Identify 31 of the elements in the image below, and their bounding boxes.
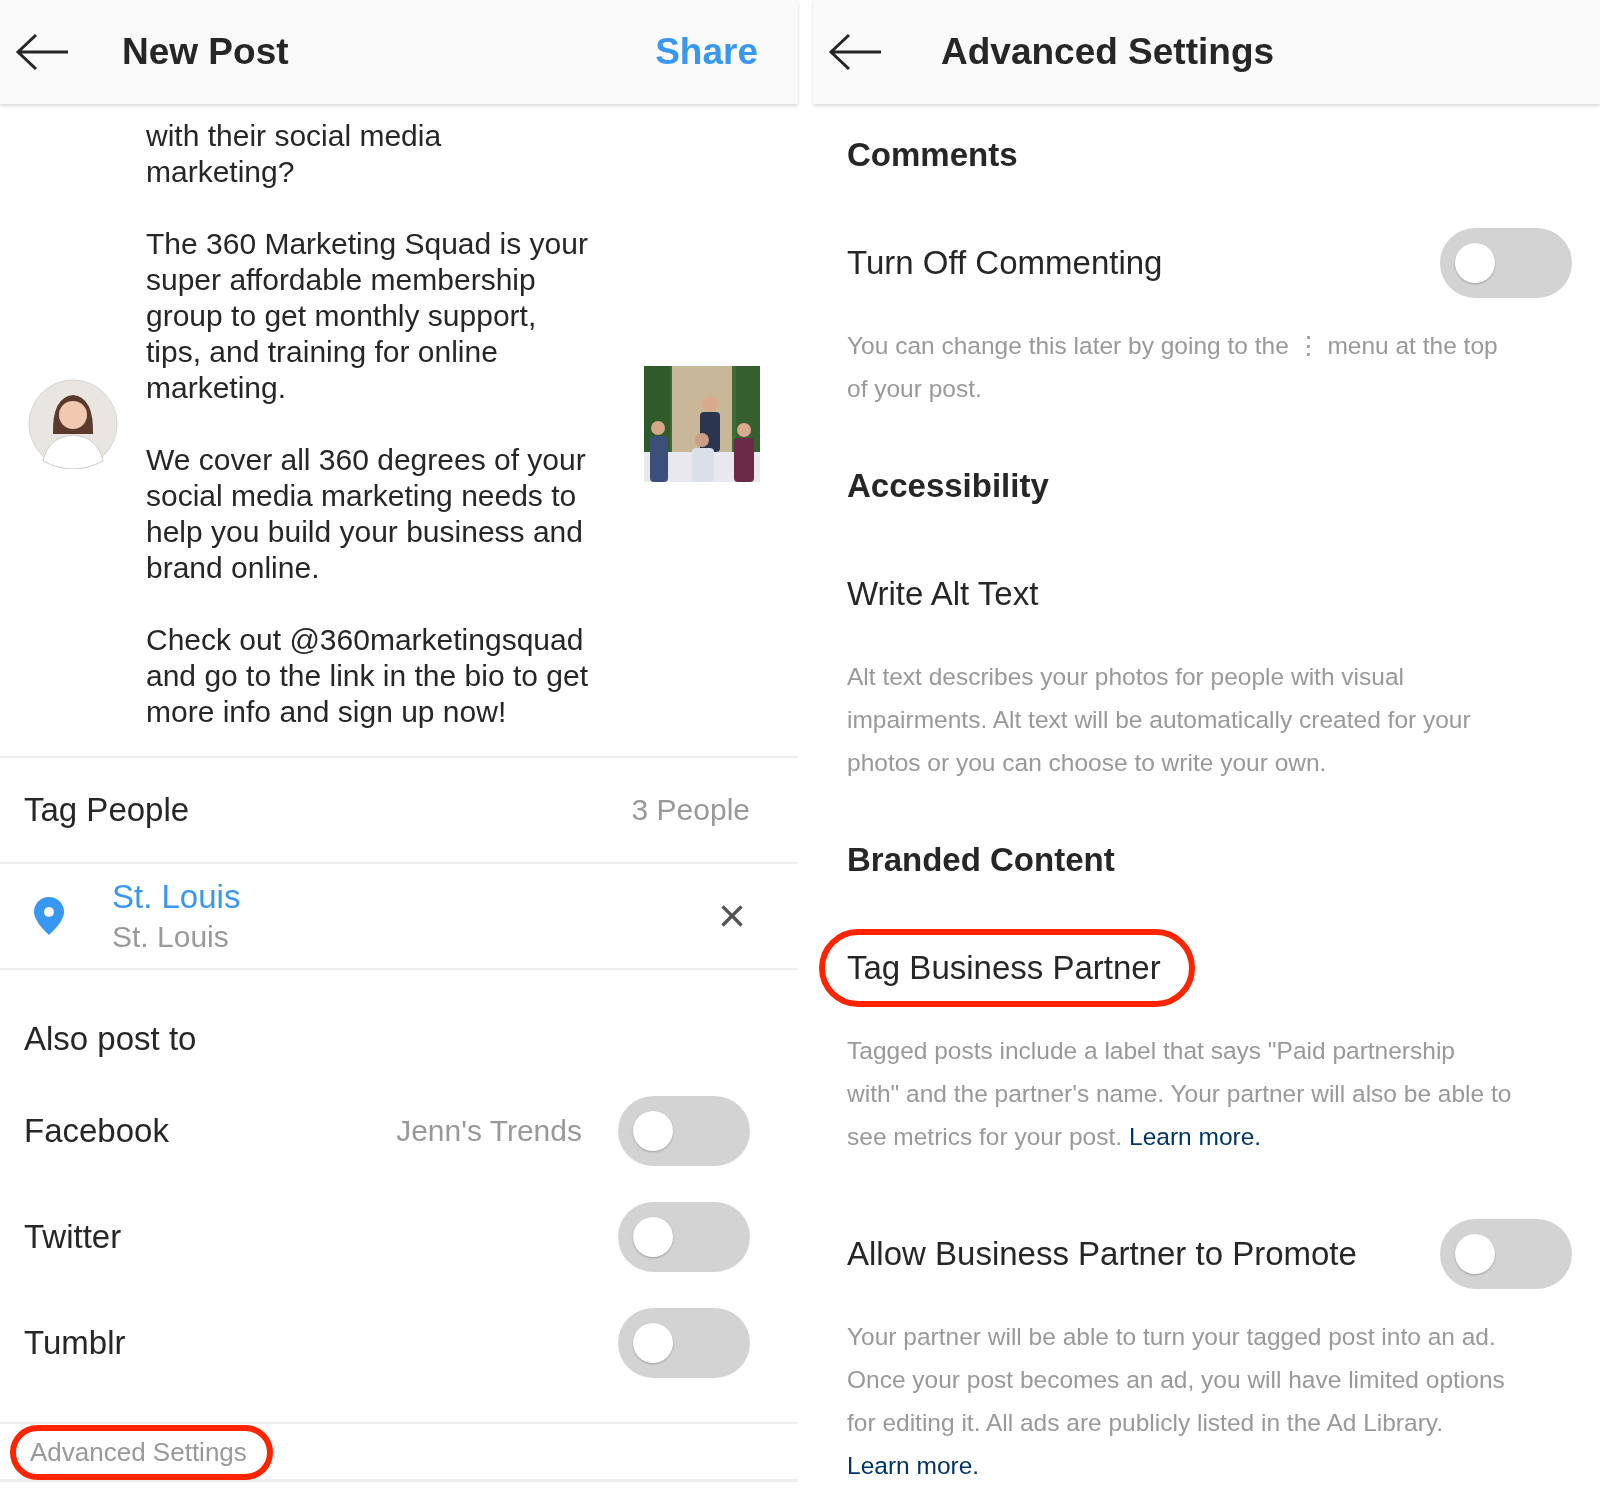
caption-paragraph: We cover all 360 degrees of your social media marketing needs to help you build your business and brand online. xyxy=(146,442,587,586)
screen-title: New Post xyxy=(122,31,289,73)
caption-paragraph: with their social media marketing? xyxy=(146,118,443,190)
setting-label[interactable]: Write Alt Text xyxy=(819,555,1073,633)
setting-description: Tagged posts include a label that says "Paid partnership with" and the partner's name. Your partner will also be able to see metrics for your post. Learn more. xyxy=(847,1036,1513,1152)
network-name: Facebook xyxy=(24,1112,169,1150)
network-name: Tumblr xyxy=(24,1324,126,1362)
setting-description: Alt text describes your photos for people with visual impairments. Alt text will be automatically created for your photos or you can choose to write your own. xyxy=(847,662,1472,778)
network-name: Twitter xyxy=(24,1218,122,1256)
learn-more-link[interactable]: Learn more. xyxy=(1129,1123,1262,1150)
location-pin-icon xyxy=(32,896,66,936)
section-heading: Comments xyxy=(847,136,1019,174)
setting-description: Your partner will be able to turn your tagged post into an ad. Once your post becomes an ad, you will have limited options for editing it. All ads are publicly listed in the Ad Library. Learn more. xyxy=(847,1322,1506,1481)
screen-title: Advanced Settings xyxy=(941,31,1275,73)
account-name: Jenn's Trends xyxy=(396,1114,582,1148)
location-detail: St. Louis xyxy=(112,920,230,954)
setting-description: You can change this later by going to the ⋮ menu at the top of your post. xyxy=(847,331,1499,404)
close-button[interactable]: × xyxy=(717,892,746,940)
tagged-count: 3 People xyxy=(631,793,750,827)
section-label: Also post to xyxy=(23,1019,198,1059)
back-arrow-icon[interactable] xyxy=(14,32,70,72)
back-arrow-icon[interactable] xyxy=(827,32,883,72)
setting-label[interactable]: Tag Business Partner xyxy=(819,929,1195,1007)
section-heading: Accessibility xyxy=(847,467,1050,505)
section-heading: Branded Content xyxy=(847,841,1116,879)
setting-label: Turn Off Commenting xyxy=(846,243,1164,283)
setting-label: Allow Business Partner to Promote xyxy=(846,1234,1358,1274)
learn-more-link[interactable]: Learn more. xyxy=(847,1452,980,1479)
caption-paragraph: The 360 Marketing Squad is your super affordable membership group to get monthly support, tips, and training for online marketing. xyxy=(146,226,589,406)
tag-people-item[interactable]: Tag People xyxy=(24,791,190,829)
caption-paragraph: Check out @360marketingsquad and go to the link in the bio to get more info and sign up now! xyxy=(146,622,589,730)
